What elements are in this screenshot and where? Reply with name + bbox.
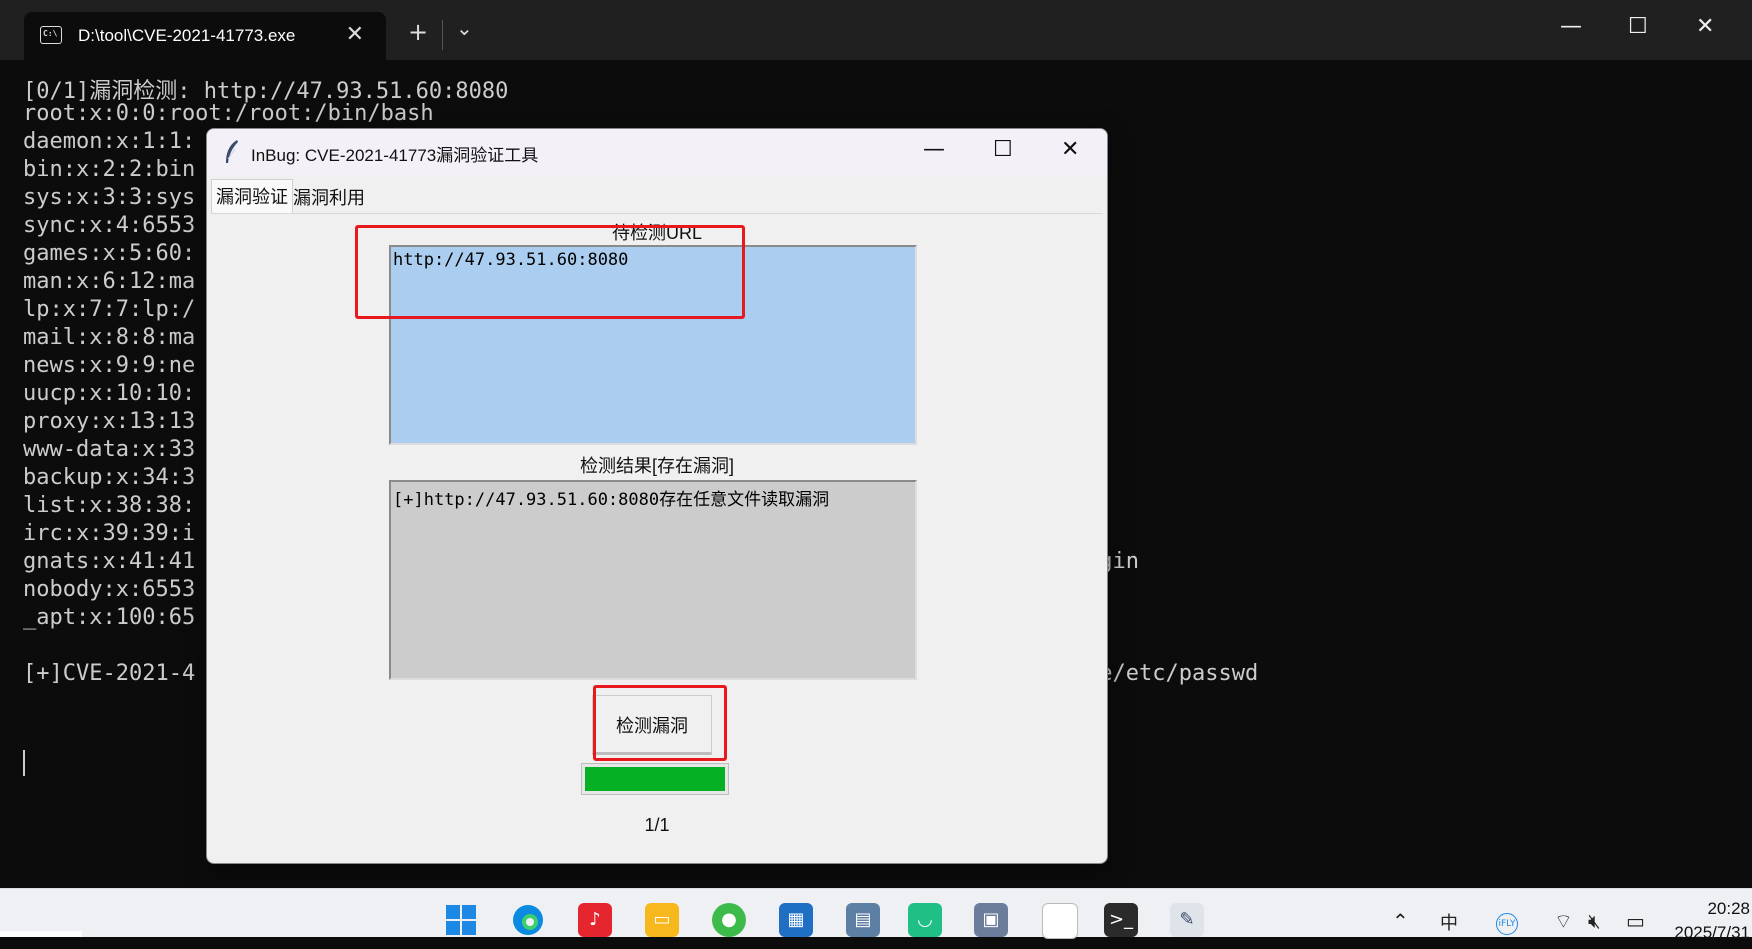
terminal-line-tail: 2e/etc/passwd: [1086, 661, 1259, 686]
terminal-line: [+]CVE-2021-4: [23, 661, 196, 686]
tab-bar: 漏洞验证 漏洞利用: [211, 175, 1103, 214]
close-window-button[interactable]: ✕: [1696, 14, 1714, 39]
terminal-line: root:x:0:0:root:/root:/bin/bash: [23, 101, 434, 126]
tab-exploit[interactable]: 漏洞利用: [289, 183, 369, 213]
netease-music-icon[interactable]: ♪: [578, 903, 612, 937]
close-tab-icon[interactable]: ✕: [346, 22, 364, 47]
clock-time[interactable]: 20:28: [1707, 899, 1750, 919]
progress-fill: [585, 767, 725, 791]
tab-divider: [442, 20, 443, 50]
app-maximize-button[interactable]: ☐: [993, 137, 1013, 162]
terminal-line: mail:x:8:8:ma: [23, 325, 196, 350]
terminal-tab-title: D:\tool\CVE-2021-41773.exe: [78, 26, 296, 45]
terminal-line: www-data:x:33: [23, 437, 196, 462]
progress-count: 1/1: [644, 815, 670, 835]
wechat-icon[interactable]: ●: [712, 903, 746, 937]
terminal-app-icon[interactable]: >_: [1104, 903, 1138, 937]
highlight-box-url: [355, 225, 745, 319]
terminal-line: list:x:38:38:: [23, 493, 196, 518]
taskbar: ♪ ▭ ● ▦ ▤ ◡ ▣ >_ ✎ ⌃ 中 iFLY ⌔ 🔇︎ ▭ 20:28…: [0, 888, 1752, 942]
highlight-box-button: [593, 685, 727, 761]
microsoft-store-icon[interactable]: ▦: [779, 903, 813, 937]
result-label: 检测结果[存在漏洞]: [579, 456, 734, 476]
terminal-line: news:x:9:9:ne: [23, 353, 196, 378]
file-explorer-icon[interactable]: ▭: [645, 903, 679, 937]
archive-tool-icon[interactable]: ▤: [846, 903, 880, 937]
clock-date[interactable]: 2025/7/31: [1674, 923, 1750, 943]
inbug-window: InBug: CVE-2021-41773漏洞验证工具 — ☐ ✕ 漏洞验证 漏…: [206, 128, 1108, 864]
feather-icon: [226, 140, 238, 163]
app-close-button[interactable]: ✕: [1061, 137, 1079, 162]
tab-dropdown-button[interactable]: ⌄: [456, 16, 473, 40]
terminal-line: uucp:x:10:10:: [23, 381, 196, 406]
wifi-icon[interactable]: ⌔: [1554, 909, 1573, 934]
edge-browser-icon[interactable]: [511, 903, 545, 937]
shopping-bag-icon[interactable]: ◡: [908, 903, 942, 937]
terminal-titlebar: C:\ D:\tool\CVE-2021-41773.exe ✕ + ⌄ — ☐…: [0, 0, 1752, 60]
terminal-tab[interactable]: C:\ D:\tool\CVE-2021-41773.exe ✕: [24, 12, 386, 60]
remote-desktop-icon[interactable]: ▣: [974, 903, 1008, 937]
console-icon: C:\: [40, 26, 62, 44]
minimize-button[interactable]: —: [1560, 14, 1582, 39]
battery-icon[interactable]: ▭: [1626, 909, 1645, 933]
inbug-app-icon[interactable]: ✎: [1170, 903, 1204, 937]
terminal-line: sync:x:4:6553: [23, 213, 196, 238]
taskbar-left-edge: [0, 931, 82, 937]
volume-muted-icon[interactable]: 🔇︎: [1588, 909, 1601, 933]
app-minimize-button[interactable]: —: [923, 137, 945, 162]
terminal-line: irc:x:39:39:i: [23, 521, 196, 546]
new-tab-button[interactable]: +: [408, 18, 428, 46]
terminal-line: gnats:x:41:41: [23, 549, 196, 574]
maximize-button[interactable]: ☐: [1628, 14, 1648, 39]
terminal-line: proxy:x:13:13: [23, 409, 196, 434]
tab-verify[interactable]: 漏洞验证: [211, 179, 293, 213]
terminal-line: games:x:5:60:: [23, 241, 196, 266]
terminal-line: sys:x:3:3:sys: [23, 185, 196, 210]
terminal-line: bin:x:2:2:bin: [23, 157, 196, 182]
terminal-line: _apt:x:100:65: [23, 605, 196, 630]
app-title: InBug: CVE-2021-41773漏洞验证工具: [251, 146, 539, 165]
ime-icon[interactable]: 中: [1440, 909, 1458, 935]
app-titlebar: InBug: CVE-2021-41773漏洞验证工具 — ☐ ✕: [207, 129, 1107, 175]
windows-start-icon[interactable]: [444, 903, 478, 937]
terminal-line: lp:x:7:7:lp:/: [23, 297, 196, 322]
terminal-line: backup:x:34:3: [23, 465, 196, 490]
progress-bar: [581, 763, 729, 795]
show-hidden-icons-icon[interactable]: ⌃: [1392, 909, 1409, 933]
terminal-line: daemon:x:1:1:: [23, 129, 196, 154]
terminal-cursor: [23, 750, 25, 776]
document-icon[interactable]: [1042, 903, 1078, 939]
terminal-line: man:x:6:12:ma: [23, 269, 196, 294]
terminal-line: nobody:x:6553: [23, 577, 196, 602]
result-output[interactable]: [+]http://47.93.51.60:8080存在任意文件读取漏洞: [389, 480, 917, 680]
ifly-icon[interactable]: iFLY: [1496, 913, 1518, 935]
